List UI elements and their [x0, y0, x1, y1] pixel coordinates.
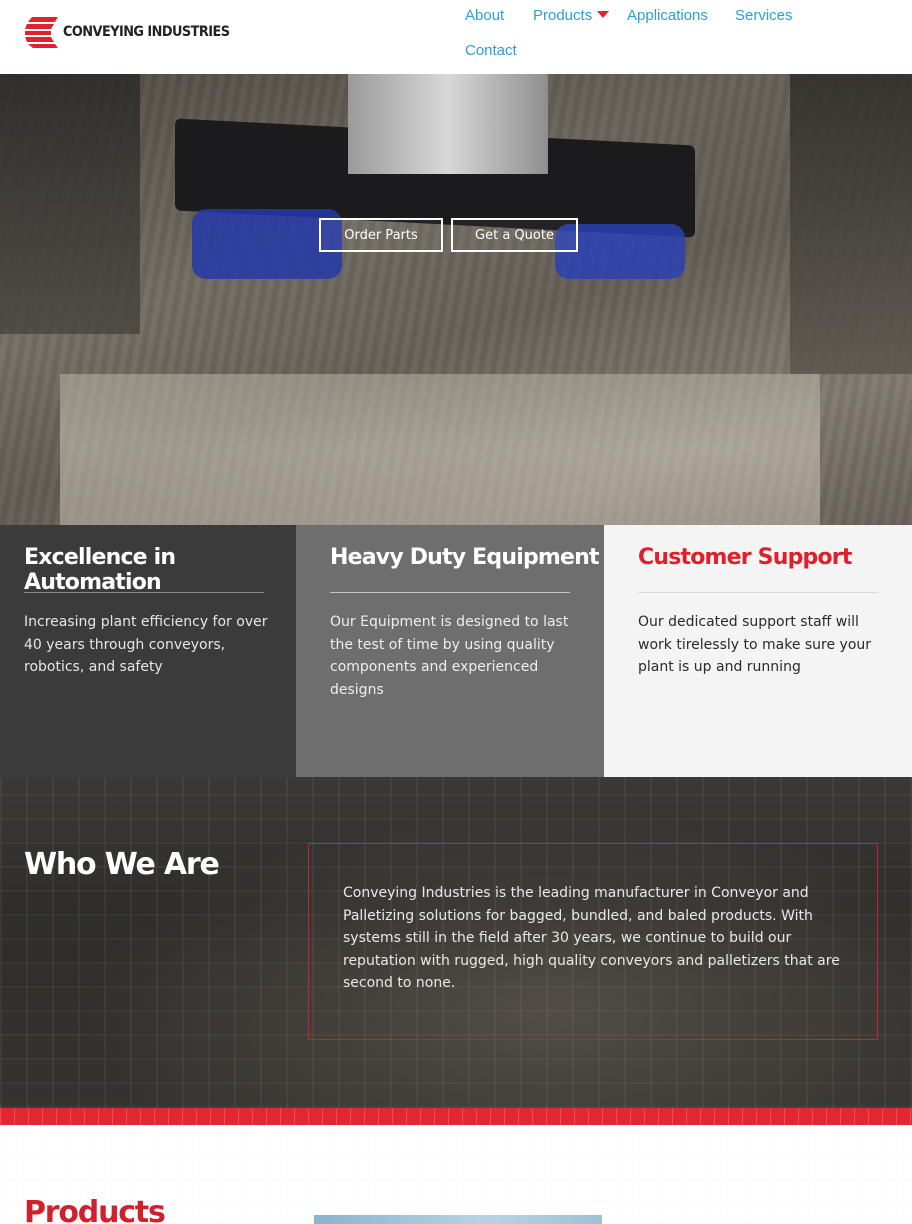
feature-text: Increasing plant efficiency for over 40 … [24, 614, 268, 675]
products-section: Products [0, 1125, 912, 1224]
nav-services[interactable]: Services [735, 7, 793, 24]
red-divider-band [0, 1108, 912, 1125]
feature-customer-support: Customer Support Our dedicated support s… [604, 525, 912, 777]
get-quote-button[interactable]: Get a Quote [451, 218, 578, 252]
feature-text: Our Equipment is designed to last the te… [330, 614, 569, 698]
hero-machine-column [348, 74, 548, 174]
who-title: Who We Are [24, 847, 220, 882]
hero-bags [60, 374, 820, 525]
logo[interactable]: CONVEYING INDUSTRIES [24, 15, 244, 48]
who-text: Conveying Industries is the leading manu… [343, 885, 840, 992]
feature-excellence: Excellence in Automation Increasing plan… [0, 525, 296, 777]
nav-applications[interactable]: Applications [627, 7, 708, 24]
divider [24, 592, 264, 593]
feature-title: Heavy Duty Equipment [330, 545, 600, 570]
feature-title: Customer Support [638, 545, 852, 570]
feature-text: Our dedicated support staff will work ti… [638, 614, 872, 675]
divider [330, 592, 570, 593]
logo-text: CONVEYING INDUSTRIES [63, 23, 230, 40]
site-header: CONVEYING INDUSTRIES About Products Appl… [0, 0, 912, 74]
hero-arm-left [0, 74, 140, 334]
feature-heavy-duty: Heavy Duty Equipment Our Equipment is de… [296, 525, 604, 777]
product-image[interactable] [314, 1215, 602, 1224]
feature-title: Excellence in Automation [24, 545, 176, 595]
who-text-box: Conveying Industries is the leading manu… [308, 843, 878, 1040]
caret-down-icon[interactable] [597, 11, 609, 18]
logo-mark-icon [25, 17, 58, 48]
who-we-are-section: Who We Are Conveying Industries is the l… [0, 777, 912, 1108]
order-parts-button[interactable]: Order Parts [319, 218, 443, 252]
nav-about[interactable]: About [465, 7, 504, 24]
nav-contact[interactable]: Contact [465, 42, 517, 59]
divider [638, 592, 878, 593]
nav-products[interactable]: Products [533, 7, 592, 24]
hero-banner: Order Parts Get a Quote [0, 74, 912, 525]
products-title: Products [24, 1195, 166, 1224]
hero-arm-right [790, 74, 912, 374]
